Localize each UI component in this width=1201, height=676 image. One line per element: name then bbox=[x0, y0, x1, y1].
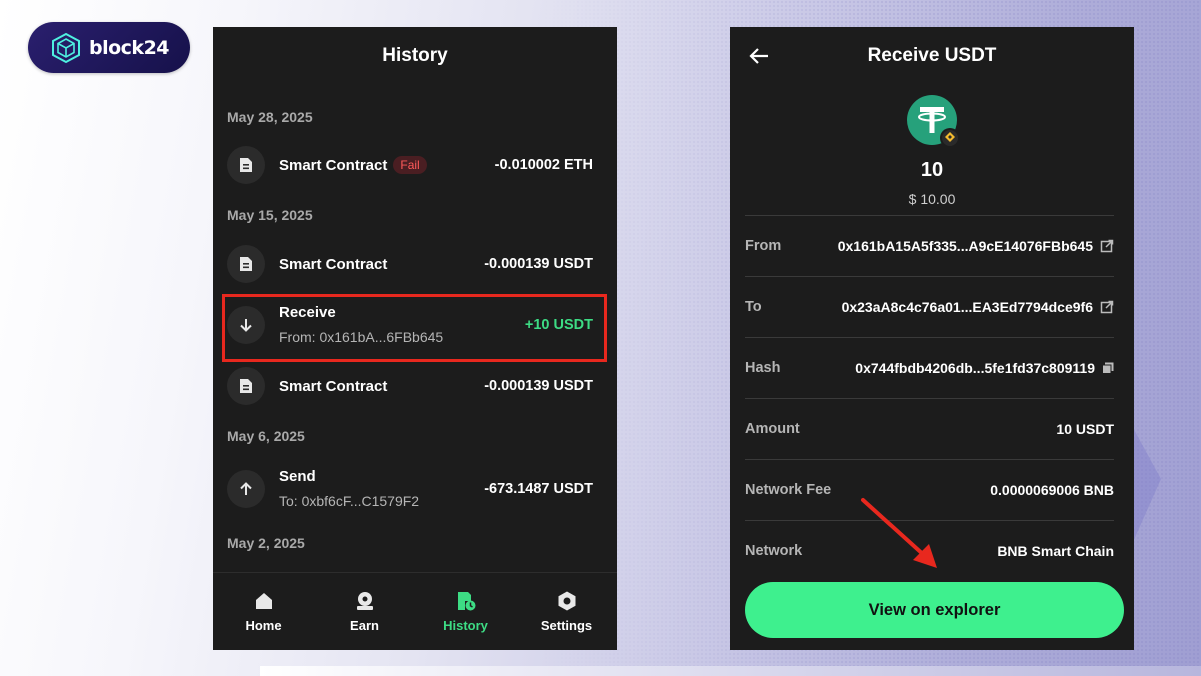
external-link-icon[interactable] bbox=[1100, 239, 1114, 253]
transaction-row-receive[interactable]: Receive From: 0x161bA...6FBb645 +10 USDT bbox=[227, 304, 593, 345]
transaction-row[interactable]: Smart Contract -0.000139 USDT bbox=[227, 367, 593, 405]
network-value: BNB Smart Chain bbox=[997, 543, 1114, 559]
transaction-row[interactable]: Smart Contract Fail -0.010002 ETH bbox=[227, 146, 593, 184]
background-strip bbox=[260, 666, 1201, 676]
fail-badge: Fail bbox=[393, 156, 427, 174]
nav-label: Earn bbox=[350, 618, 379, 633]
detail-label: Hash bbox=[745, 360, 781, 376]
detail-row-to: To 0x23aA8c4c76a01...EA3Ed7794dce9f6 bbox=[745, 276, 1114, 337]
date-header: May 6, 2025 bbox=[227, 428, 305, 444]
logo-text: block24 bbox=[89, 36, 170, 59]
nav-history[interactable]: History bbox=[415, 573, 516, 650]
nav-settings[interactable]: Settings bbox=[516, 573, 617, 650]
document-icon bbox=[227, 245, 265, 283]
transaction-hash: 0x744fbdb4206db...5fe1fd37c809119 bbox=[855, 360, 1095, 376]
from-address: 0x161bA15A5f335...A9cE14076FBb645 bbox=[837, 238, 1093, 254]
transaction-subtitle: From: 0x161bA...6FBb645 bbox=[279, 329, 444, 345]
detail-label: Network bbox=[745, 543, 803, 559]
page-title: History bbox=[382, 45, 448, 66]
transaction-row[interactable]: Send To: 0xbf6cF...C1579F2 -673.1487 USD… bbox=[227, 468, 593, 509]
home-icon bbox=[255, 593, 272, 609]
detail-label: Network Fee bbox=[745, 482, 832, 498]
history-icon bbox=[457, 592, 475, 611]
settings-icon bbox=[558, 591, 575, 611]
amount-value: 10 USDT bbox=[1056, 421, 1114, 437]
bottom-nav: Home Earn History Settings bbox=[213, 572, 617, 650]
history-screen: History May 28, 2025 Smart Contract Fail … bbox=[213, 27, 617, 650]
earn-icon bbox=[356, 592, 373, 610]
page-title: Receive USDT bbox=[867, 45, 997, 66]
nav-label: History bbox=[443, 618, 488, 633]
nav-earn[interactable]: Earn bbox=[314, 573, 415, 650]
transaction-amount: -0.000139 USDT bbox=[484, 256, 593, 272]
to-address: 0x23aA8c4c76a01...EA3Ed7794dce9f6 bbox=[841, 299, 1093, 315]
detail-row-hash: Hash 0x744fbdb4206db...5fe1fd37c809119 bbox=[745, 337, 1114, 398]
network-fee-value: 0.0000069006 BNB bbox=[990, 482, 1114, 498]
transaction-amount: -0.000139 USDT bbox=[484, 378, 593, 394]
detail-label: From bbox=[745, 238, 782, 254]
view-on-explorer-button[interactable]: View on explorer bbox=[745, 582, 1124, 638]
block24-logo: block24 bbox=[28, 22, 190, 73]
document-icon bbox=[227, 367, 265, 405]
copy-icon[interactable] bbox=[1102, 362, 1114, 374]
transaction-amount: -0.010002 ETH bbox=[494, 157, 593, 173]
detail-label: Amount bbox=[745, 421, 800, 437]
transaction-subtitle: To: 0xbf6cF...C1579F2 bbox=[279, 493, 420, 509]
detail-row-from: From 0x161bA15A5f335...A9cE14076FBb645 bbox=[745, 215, 1114, 276]
red-arrow-annotation-icon bbox=[861, 498, 937, 568]
date-header: May 28, 2025 bbox=[227, 109, 313, 125]
date-header: May 2, 2025 bbox=[227, 535, 305, 551]
external-link-icon[interactable] bbox=[1100, 300, 1114, 314]
usdt-token-icon bbox=[907, 95, 960, 148]
transaction-row[interactable]: Smart Contract -0.000139 USDT bbox=[227, 245, 593, 283]
date-header: May 15, 2025 bbox=[227, 207, 313, 223]
document-icon bbox=[227, 146, 265, 184]
nav-label: Settings bbox=[540, 618, 593, 633]
detail-label: To bbox=[745, 299, 762, 315]
transaction-title: Receive bbox=[279, 304, 336, 321]
nav-home[interactable]: Home bbox=[213, 573, 314, 650]
transaction-title: Smart Contract bbox=[279, 377, 388, 395]
transaction-amount: +10 USDT bbox=[524, 316, 593, 333]
received-usd-value: $ 10.00 bbox=[908, 191, 956, 207]
transaction-title: Smart Contract bbox=[279, 156, 388, 174]
transaction-amount: -673.1487 USDT bbox=[484, 480, 593, 497]
transaction-title: Send bbox=[279, 468, 316, 485]
detail-row-amount: Amount 10 USDT bbox=[745, 398, 1114, 459]
cube-logo-icon bbox=[52, 32, 80, 63]
arrow-up-icon bbox=[227, 469, 265, 508]
transaction-title: Smart Contract bbox=[279, 255, 388, 273]
arrow-down-icon bbox=[227, 305, 265, 344]
received-amount: 10 bbox=[920, 159, 944, 181]
nav-label: Home bbox=[245, 618, 282, 633]
